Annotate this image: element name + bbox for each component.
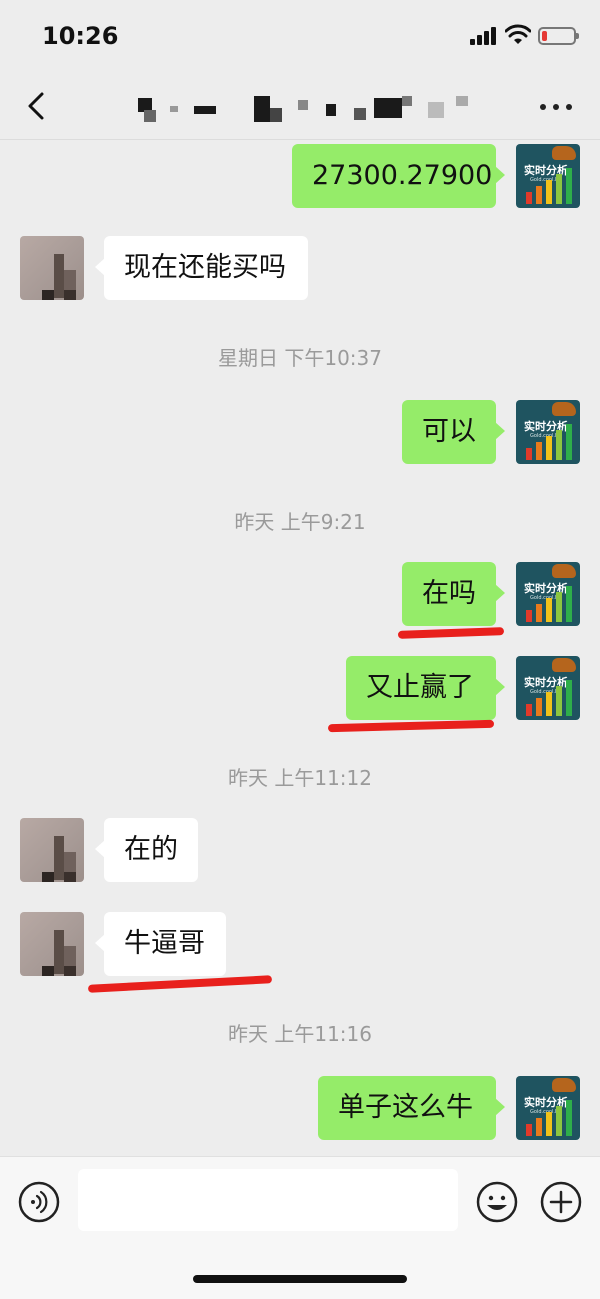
message-bubble-incoming[interactable]: 牛逼哥 — [95, 912, 226, 976]
chevron-left-icon[interactable] — [18, 86, 58, 126]
self-avatar[interactable]: 实时分析 Gold.cool.ltd — [516, 144, 580, 208]
timestamp: 昨天 上午11:16 — [228, 1022, 372, 1046]
emoji-icon[interactable] — [476, 1181, 518, 1223]
contact-avatar[interactable] — [20, 912, 84, 976]
message-bubble-incoming[interactable]: 现在还能买吗 — [95, 236, 308, 300]
message-bubble-outgoing[interactable]: 27300.27900 — [292, 144, 505, 208]
self-avatar[interactable]: 实时分析 Gold.cool.ltd — [516, 400, 580, 464]
timestamp: 昨天 上午9:21 — [234, 510, 366, 534]
home-indicator[interactable] — [193, 1275, 407, 1283]
message-bubble-outgoing[interactable]: 单子这么牛 — [318, 1076, 505, 1140]
contact-avatar[interactable] — [20, 818, 84, 882]
voice-icon[interactable] — [18, 1181, 60, 1223]
chat-message-list[interactable]: 27300.27900 实时分析 Gold.cool.ltd 现在还能买吗 星期… — [0, 140, 600, 1156]
wifi-icon — [505, 24, 531, 44]
message-bubble-outgoing[interactable]: 可以 — [402, 400, 505, 464]
timestamp: 星期日 下午10:37 — [218, 346, 382, 370]
timestamp: 昨天 上午11:12 — [228, 766, 372, 790]
chat-title-obscured[interactable] — [138, 94, 478, 124]
nav-bar — [0, 72, 600, 140]
status-bar: 10:26 — [0, 0, 600, 72]
plus-icon[interactable] — [540, 1181, 582, 1223]
red-annotation-underline — [397, 627, 505, 639]
message-bubble-outgoing[interactable]: 在吗 — [402, 562, 505, 626]
bull-logo-icon — [552, 146, 576, 160]
red-annotation-underline — [87, 975, 273, 993]
self-avatar[interactable]: 实时分析 Gold.cool.ltd — [516, 656, 580, 720]
status-time: 10:26 — [42, 22, 119, 50]
battery-icon — [538, 27, 579, 45]
self-avatar[interactable]: 实时分析 Gold.cool.ltd — [516, 1076, 580, 1140]
more-dots-icon[interactable] — [536, 96, 576, 116]
message-bubble-incoming[interactable]: 在的 — [95, 818, 198, 882]
battery-level — [542, 31, 547, 41]
contact-avatar[interactable] — [20, 236, 84, 300]
self-avatar[interactable]: 实时分析 Gold.cool.ltd — [516, 562, 580, 626]
message-bubble-outgoing[interactable]: 又止赢了 — [346, 656, 505, 720]
message-input[interactable] — [78, 1169, 458, 1231]
cellular-signal-icon — [470, 27, 498, 45]
red-annotation-underline — [327, 719, 495, 733]
